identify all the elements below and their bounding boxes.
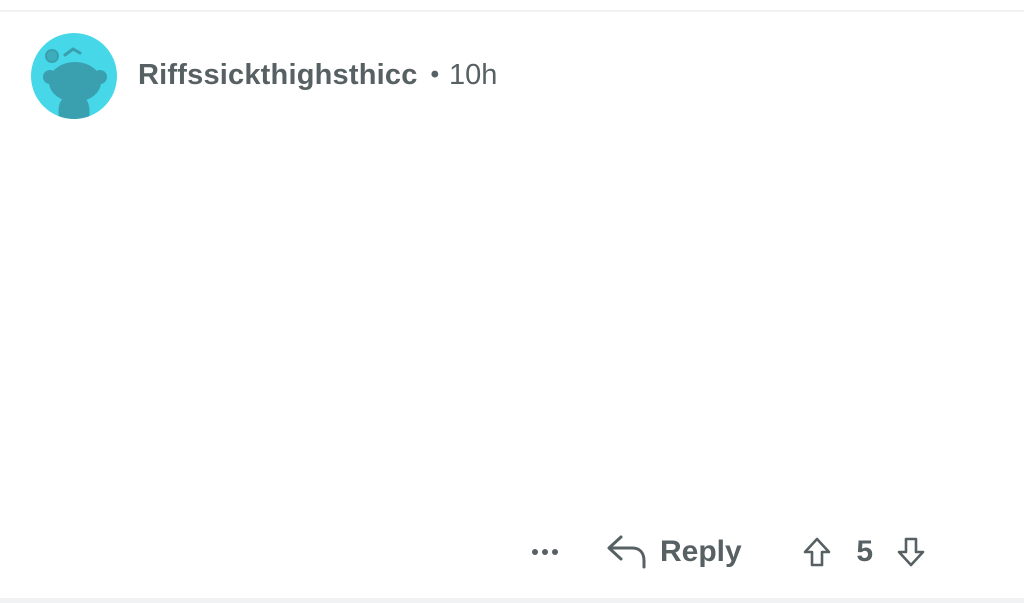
upvote-button[interactable] [800, 532, 834, 572]
more-options-button[interactable] [520, 532, 570, 572]
more-options-icon [532, 549, 558, 555]
author-username[interactable]: Riffssickthighsthicc [138, 59, 418, 92]
avatar[interactable] [31, 33, 117, 119]
comment-header: Riffssickthighsthicc • 10h [138, 57, 497, 93]
downvote-button[interactable] [894, 532, 928, 572]
comment-card: Riffssickthighsthicc • 10h Reply 5 [0, 0, 1024, 603]
downvote-arrow-icon [897, 537, 925, 567]
reddit-snoo-avatar-icon [31, 33, 117, 119]
vote-score: 5 [856, 535, 874, 568]
bottom-divider [0, 598, 1024, 603]
comment-actions: Reply 5 [520, 527, 928, 577]
upvote-arrow-icon [803, 537, 831, 567]
comment-timestamp: 10h [448, 58, 498, 91]
reply-button[interactable]: Reply [606, 533, 742, 571]
reply-label: Reply [660, 535, 742, 568]
reply-arrow-icon [607, 535, 646, 569]
top-divider [0, 10, 1024, 12]
separator-dot: • [430, 61, 439, 88]
